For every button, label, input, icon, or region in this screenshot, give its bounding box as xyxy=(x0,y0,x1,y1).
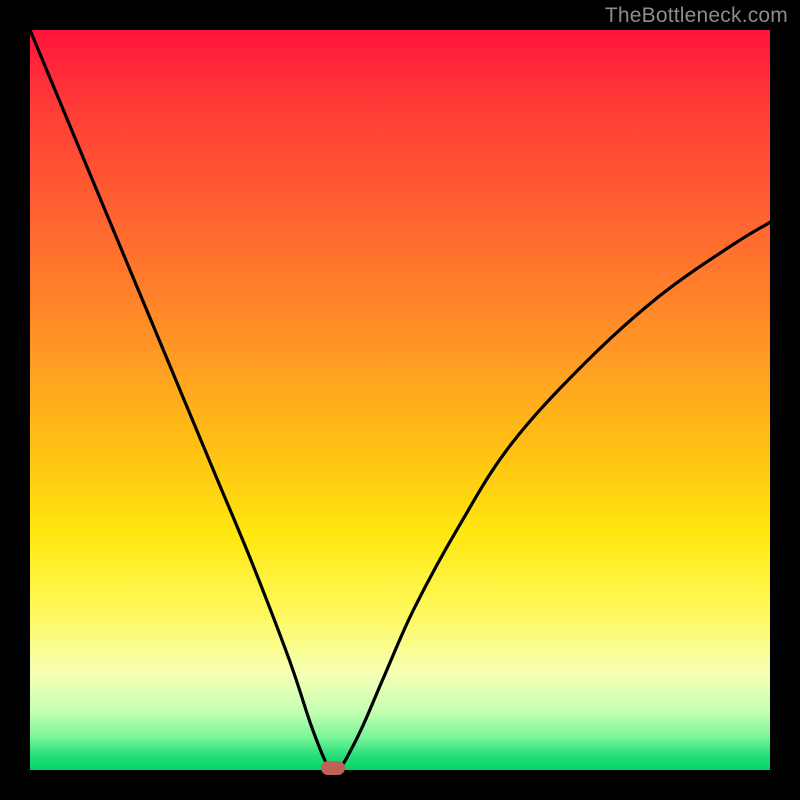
bottleneck-curve xyxy=(30,30,770,770)
watermark-text: TheBottleneck.com xyxy=(605,4,788,28)
chart-stage: TheBottleneck.com xyxy=(0,0,800,800)
minimum-marker xyxy=(321,761,345,775)
plot-area xyxy=(30,30,770,770)
